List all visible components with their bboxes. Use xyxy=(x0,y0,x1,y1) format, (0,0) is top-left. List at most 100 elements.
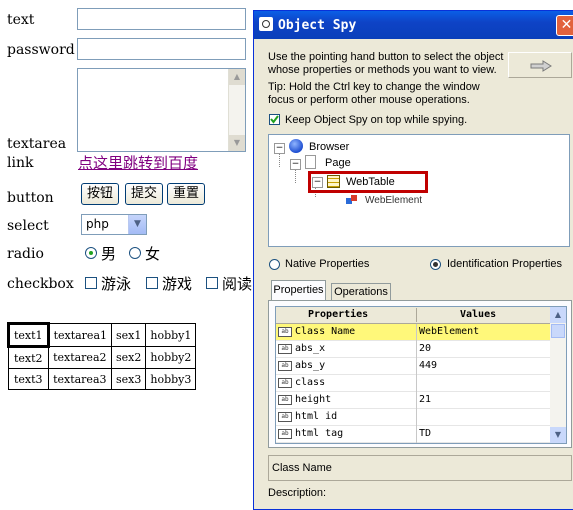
tab-properties[interactable]: Properties xyxy=(271,280,326,300)
radio-identification-properties[interactable] xyxy=(430,259,441,270)
table-cell: sex1 xyxy=(110,323,147,347)
radio-native-properties[interactable] xyxy=(269,259,280,270)
table-cell: sex3 xyxy=(110,368,147,390)
table-row: text1 textarea1 sex1 hobby1 xyxy=(7,322,197,348)
checkbox-read[interactable] xyxy=(206,277,218,289)
property-type-icon: ab xyxy=(278,378,292,388)
checkbox-swim[interactable] xyxy=(85,277,97,289)
submit-button[interactable]: 提交 xyxy=(125,183,163,205)
instructions-line-1: Use the pointing hand button to select t… xyxy=(268,51,504,63)
property-row[interactable]: ab html id xyxy=(276,409,551,426)
tab-panel: Properties Values ab Class Name WebElement… xyxy=(268,300,572,448)
property-name: abs_y xyxy=(295,360,326,371)
close-icon[interactable]: ✕ xyxy=(556,15,573,36)
scroll-down-icon[interactable]: ▼ xyxy=(229,135,245,151)
scroll-thumb[interactable] xyxy=(551,324,565,338)
property-name: html id xyxy=(295,411,338,422)
column-divider xyxy=(416,426,417,443)
magnifier-icon xyxy=(262,20,270,28)
tip-line-2: focus or perform other mouse operations. xyxy=(268,94,470,106)
property-value: 21 xyxy=(419,394,432,405)
property-name: class xyxy=(295,377,326,388)
property-row[interactable]: ab height 21 xyxy=(276,392,551,409)
identification-properties-label: Identification Properties xyxy=(447,258,562,270)
column-divider xyxy=(416,392,417,409)
pointing-hand-icon xyxy=(530,60,552,72)
pointing-hand-button[interactable] xyxy=(508,52,572,78)
native-properties-label: Native Properties xyxy=(285,258,370,270)
detail-class-name: Class Name xyxy=(272,462,332,474)
keep-on-top-label: Keep Object Spy on top while spying. xyxy=(285,114,468,126)
password-label: password xyxy=(7,42,75,58)
radio-selected-dot xyxy=(89,251,93,255)
table-cell: text1 xyxy=(7,322,50,348)
table-cell: textarea1 xyxy=(47,323,113,347)
textarea-scrollbar[interactable]: ▲ ▼ xyxy=(228,69,245,151)
language-select[interactable]: php ▼ xyxy=(81,214,147,235)
tab-operations[interactable]: Operations xyxy=(331,283,391,301)
property-row[interactable]: ab class xyxy=(276,375,551,392)
object-tree[interactable]: − Browser − Page − WebTable WebElement xyxy=(268,134,570,247)
button-label: button xyxy=(7,190,54,206)
tree-node-webtable[interactable]: WebTable xyxy=(346,176,395,188)
browser-icon xyxy=(289,139,303,153)
property-name: height xyxy=(295,394,332,405)
column-divider xyxy=(416,324,417,341)
property-value: 20 xyxy=(419,343,432,354)
property-value: WebElement xyxy=(419,326,480,337)
title-bar[interactable]: Object Spy ✕ xyxy=(254,11,573,39)
property-type-icon: ab xyxy=(278,395,292,405)
reset-button[interactable]: 重置 xyxy=(167,183,205,205)
radio-male[interactable] xyxy=(85,247,97,259)
table-row: text2 textarea2 sex2 hobby2 xyxy=(8,346,197,369)
anniu-button[interactable]: 按钮 xyxy=(81,183,119,205)
property-type-icon: ab xyxy=(278,344,292,354)
instructions-line-2: whose properties or methods you want to … xyxy=(268,64,497,76)
table-icon xyxy=(327,175,340,188)
scroll-up-icon[interactable]: ▲ xyxy=(229,69,245,85)
tip-line-1: Tip: Hold the Ctrl key to change the win… xyxy=(268,81,480,93)
header-values[interactable]: Values xyxy=(460,309,496,320)
checkbox-read-label: 阅读 xyxy=(222,275,253,293)
keep-on-top-checkbox[interactable] xyxy=(269,114,280,125)
grid-scrollbar[interactable]: ▲ ▼ xyxy=(550,307,566,443)
radio-female-label: 女 xyxy=(145,245,161,263)
collapse-toggle-page[interactable]: − xyxy=(290,159,301,170)
checkbox-swim-label: 游泳 xyxy=(101,275,132,293)
collapse-toggle-browser[interactable]: − xyxy=(274,143,285,154)
link-label: link xyxy=(7,155,34,171)
property-name: html tag xyxy=(295,428,344,439)
text-label: text xyxy=(7,12,35,28)
column-divider xyxy=(416,341,417,358)
property-row[interactable]: ab abs_x 20 xyxy=(276,341,551,358)
radio-selected-dot xyxy=(433,262,438,267)
window-title: Object Spy xyxy=(278,18,357,33)
password-input[interactable] xyxy=(77,38,246,60)
checkbox-game[interactable] xyxy=(146,277,158,289)
property-row[interactable]: ab Class Name WebElement xyxy=(276,324,551,341)
header-properties[interactable]: Properties xyxy=(308,309,368,320)
table-cell: text2 xyxy=(8,346,49,369)
chevron-down-icon[interactable]: ▼ xyxy=(128,215,146,234)
tree-node-browser[interactable]: Browser xyxy=(309,141,349,153)
baidu-link[interactable]: 点这里跳转到百度 xyxy=(78,152,198,173)
property-row[interactable]: ab html tag TD xyxy=(276,426,551,443)
scroll-down-icon[interactable]: ▼ xyxy=(550,427,566,443)
table-cell: hobby2 xyxy=(145,346,197,369)
select-label: select xyxy=(7,218,49,234)
property-type-icon: ab xyxy=(278,327,292,337)
properties-grid[interactable]: Properties Values ab Class Name WebElement… xyxy=(275,306,567,444)
radio-female[interactable] xyxy=(129,247,141,259)
property-row[interactable]: ab abs_y 449 xyxy=(276,358,551,375)
collapse-toggle-webtable[interactable]: − xyxy=(312,177,323,188)
tree-node-page[interactable]: Page xyxy=(325,157,351,169)
textarea-input[interactable]: ▲ ▼ xyxy=(77,68,246,152)
column-divider xyxy=(416,375,417,392)
webelement-icon-part xyxy=(351,195,357,201)
tree-node-webelement[interactable]: WebElement xyxy=(365,195,422,206)
text-input[interactable] xyxy=(77,8,246,30)
page-icon xyxy=(305,155,316,169)
scroll-up-icon[interactable]: ▲ xyxy=(550,307,566,323)
property-type-icon: ab xyxy=(278,412,292,422)
table-cell: textarea2 xyxy=(47,346,113,369)
